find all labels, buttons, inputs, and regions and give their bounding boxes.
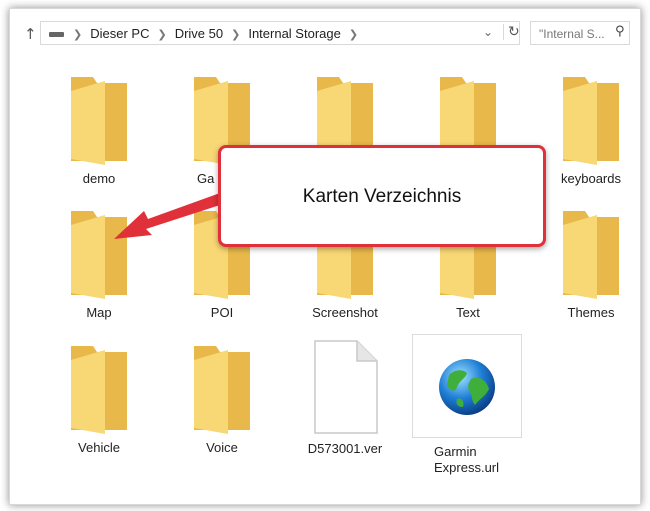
folder-icon [563,211,619,299]
item-label: D573001.ver [307,441,383,456]
folder-icon [71,346,127,434]
item-label: POI [210,305,234,320]
search-input[interactable]: "Internal S... ⚲ [530,21,630,45]
folder-voice[interactable]: Voice [167,342,277,456]
item-label: Vehicle [78,440,120,455]
folder-demo[interactable]: demo [44,73,154,187]
folder-icon [563,77,619,165]
item-label: Themes [567,305,615,320]
up-arrow-icon[interactable]: ↑ [24,25,37,43]
chevron-right-icon[interactable]: ❯ [231,28,240,41]
search-icon[interactable]: ⚲ [615,24,625,39]
item-label: Garmin Express.url [434,444,500,475]
selection-highlight [412,334,522,438]
folder-themes[interactable]: Themes [536,207,646,321]
folder-icon [194,346,250,434]
drive-icon [49,32,64,37]
item-label: demo [82,171,116,186]
search-placeholder: "Internal S... [539,27,605,41]
breadcrumb-internal-storage[interactable]: Internal Storage [248,26,341,41]
chevron-right-icon[interactable]: ❯ [157,28,166,41]
breadcrumb-path: ❯ Dieser PC ❯ Drive 50 ❯ Internal Storage ❯ [65,26,366,41]
callout-box: Karten Verzeichnis [218,145,546,247]
callout-text: Karten Verzeichnis [302,186,462,207]
file-d573001-ver[interactable]: D573001.ver [290,339,400,457]
refresh-icon[interactable]: ↻ [503,24,520,40]
breadcrumb[interactable]: ❯ Dieser PC ❯ Drive 50 ❯ Internal Storage ❯ ⌄ … [40,21,520,45]
item-label: keyboards [561,171,621,186]
chevron-right-icon[interactable]: ❯ [73,28,82,41]
item-label: Voice [206,440,238,455]
document-icon [314,340,378,434]
folder-icon [71,77,127,165]
breadcrumb-drive-50[interactable]: Drive 50 [175,26,223,41]
chevron-right-icon[interactable]: ❯ [349,28,358,41]
folder-vehicle[interactable]: Vehicle [44,342,154,456]
file-garmin-express-url[interactable]: Garmin Express.url [412,334,522,476]
breadcrumb-dieser-pc[interactable]: Dieser PC [90,26,149,41]
folder-map[interactable]: Map [44,207,154,321]
chevron-down-icon[interactable]: ⌄ [483,25,493,39]
item-label: Map [86,305,112,320]
folder-icon [71,211,127,299]
item-label: Screenshot [312,305,378,320]
item-label: Text [456,305,480,320]
address-bar: ↑ ❯ Dieser PC ❯ Drive 50 ❯ Internal Storage ❯ … [10,9,640,55]
folder-keyboards[interactable]: keyboards [536,73,646,187]
globe-icon [439,359,495,415]
explorer-window: ↑ ❯ Dieser PC ❯ Drive 50 ❯ Internal Storage ❯ … [9,8,641,505]
